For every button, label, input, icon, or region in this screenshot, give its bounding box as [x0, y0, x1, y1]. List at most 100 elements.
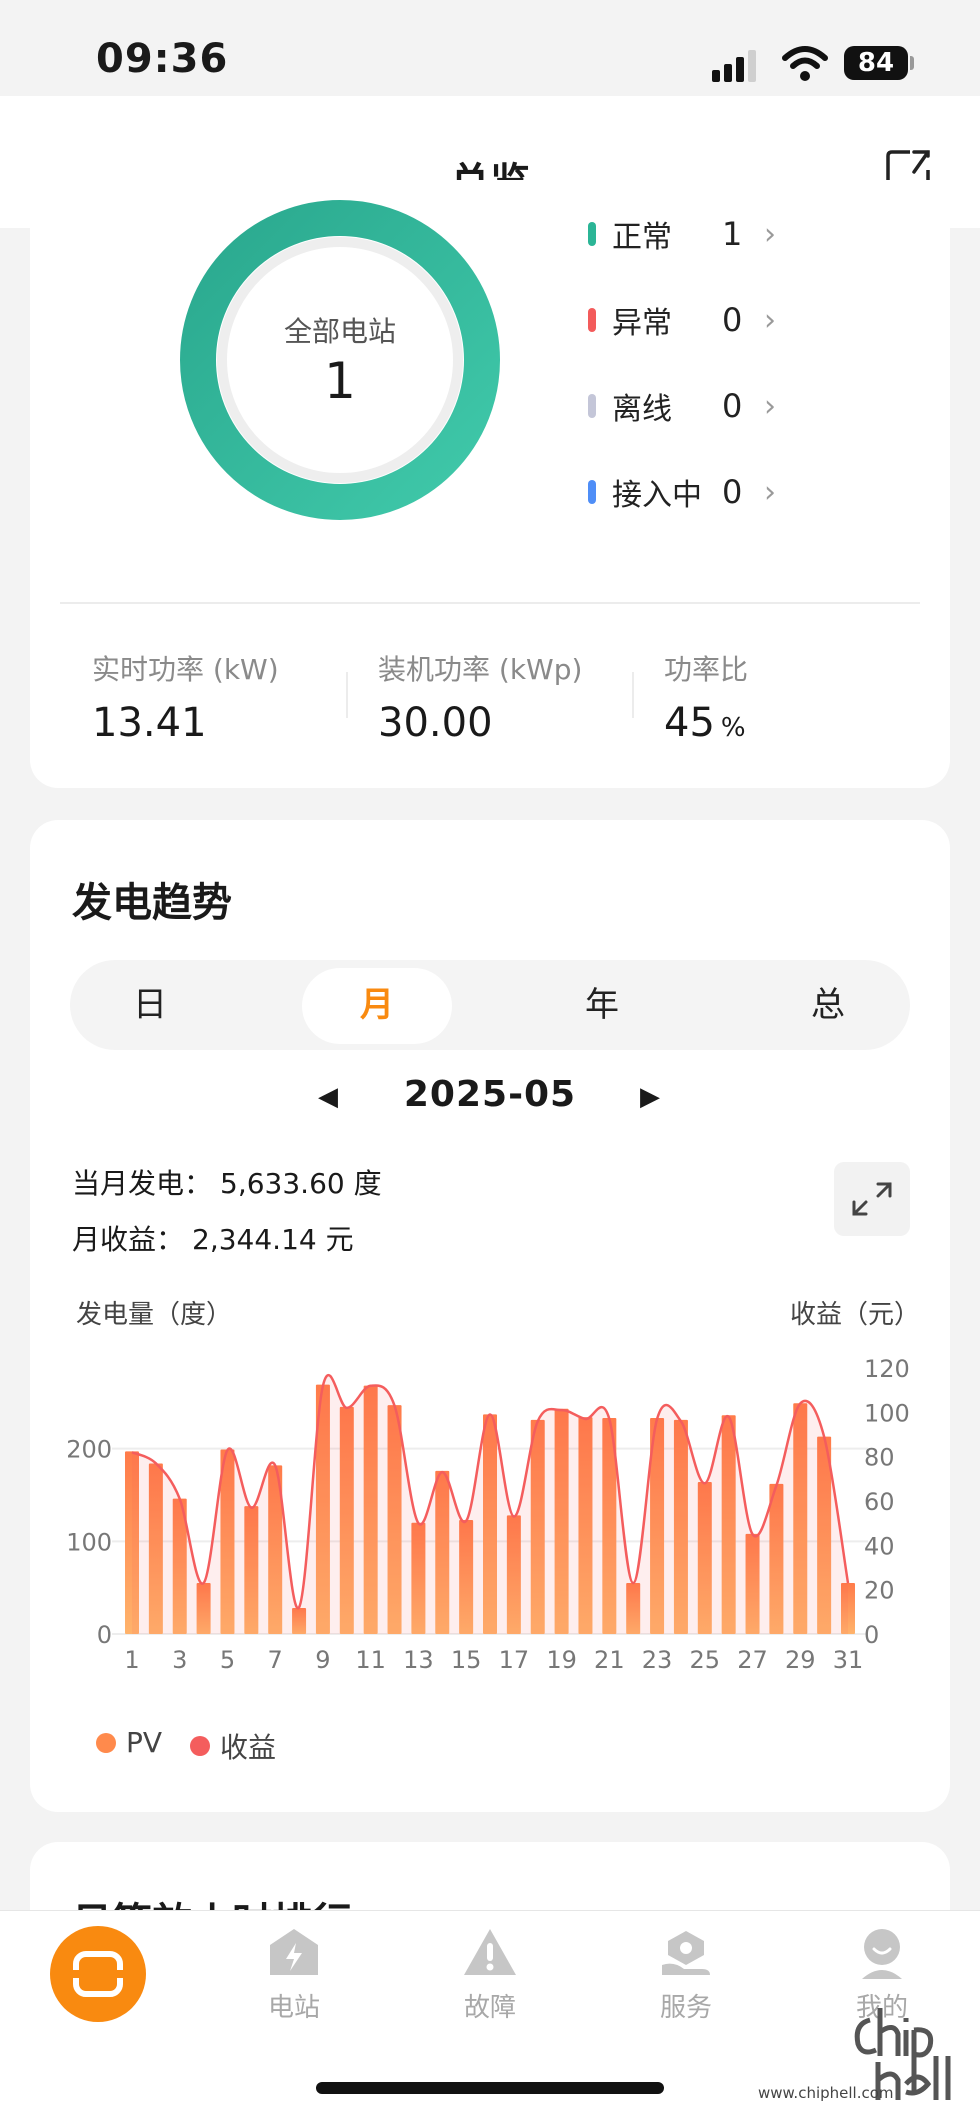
- metric-value-power-ratio: 45%: [664, 700, 746, 746]
- nav-station[interactable]: 电站: [234, 1925, 354, 2024]
- profile-icon: [862, 1929, 902, 1979]
- x-axis-tick: 3: [172, 1646, 187, 1674]
- metric-value-installed-power: 30.00: [378, 700, 493, 746]
- right-axis-tick: 100: [864, 1399, 910, 1427]
- status-count: 0: [722, 301, 743, 339]
- generation-chart: 01002000204060801001201 3 5 7 9 11 13 15 17 19 21 2…: [66, 1355, 910, 1674]
- metric-separator: [632, 672, 634, 718]
- tab-total[interactable]: 总: [758, 960, 898, 1050]
- left-axis-tick: 100: [66, 1528, 112, 1556]
- metric-label-installed-power: 装机功率 (kWp): [378, 653, 583, 686]
- x-axis-tick: 23: [642, 1646, 673, 1674]
- x-axis-tick: 11: [355, 1646, 386, 1674]
- watermark-url: www.chiphell.com: [758, 2084, 894, 2102]
- nav-home[interactable]: [50, 1926, 146, 2022]
- next-period-icon[interactable]: ▶: [640, 1082, 660, 1112]
- legend-label: PV: [126, 1726, 163, 1759]
- service-icon: [662, 1931, 710, 1975]
- status-row-offline[interactable]: 离线 0 ›: [588, 384, 808, 428]
- chevron-right-icon: ›: [764, 216, 776, 252]
- status-count: 0: [722, 473, 743, 511]
- metric-value-realtime-power: 13.41: [92, 700, 207, 746]
- left-axis-tick: 200: [66, 1436, 112, 1464]
- month-income-label: 月收益：: [72, 1223, 185, 1256]
- month-generation-value: 5,633.60 度: [220, 1167, 382, 1200]
- x-axis-tick: 15: [451, 1646, 482, 1674]
- status-label: 接入中: [612, 478, 702, 513]
- power-ratio-number: 45: [664, 700, 715, 746]
- period-date: 2025-05: [403, 1074, 577, 1115]
- divider: [60, 602, 920, 604]
- x-axis-tick: 19: [546, 1646, 577, 1674]
- donut-count: 1: [324, 352, 356, 410]
- home-icon: [68, 1951, 128, 1997]
- power-ratio-unit: %: [720, 713, 746, 743]
- metric-label-realtime-power: 实时功率 (kW): [92, 653, 279, 686]
- donut-label: 全部电站: [283, 315, 396, 348]
- fullscreen-button[interactable]: [834, 1162, 910, 1236]
- status-label: 正常: [612, 220, 672, 255]
- nav-fault[interactable]: 故障: [430, 1925, 550, 2024]
- home-indicator: [316, 2082, 664, 2094]
- expand-icon: [852, 1182, 892, 1216]
- status-row-normal[interactable]: 正常 1 ›: [588, 212, 808, 256]
- station-icon: [270, 1929, 318, 1975]
- x-axis-tick: 17: [499, 1646, 530, 1674]
- legend-pv[interactable]: PV: [96, 1726, 162, 1759]
- left-axis-title: 发电量（度）: [76, 1300, 233, 1330]
- x-axis-tick: 25: [690, 1646, 721, 1674]
- right-axis-tick: 20: [864, 1577, 895, 1605]
- month-generation: 当月发电： 5,633.60 度: [72, 1162, 382, 1202]
- alert-icon: [464, 1929, 516, 1975]
- month-generation-label: 当月发电：: [72, 1167, 213, 1200]
- x-axis-tick: 7: [268, 1646, 283, 1674]
- right-axis-tick: 80: [864, 1444, 895, 1472]
- status-dot: [588, 480, 596, 504]
- metric-separator: [346, 672, 348, 718]
- x-axis-tick: 31: [833, 1646, 864, 1674]
- tab-day[interactable]: 日: [80, 960, 220, 1050]
- status-label: 离线: [612, 392, 672, 427]
- status-row-connecting[interactable]: 接入中 0 ›: [588, 470, 808, 514]
- status-dot: [588, 308, 596, 332]
- right-axis-tick: 40: [864, 1532, 895, 1560]
- status-dot: [588, 222, 596, 246]
- nav-label: 电站: [267, 1993, 320, 2023]
- status-row-abnormal[interactable]: 异常 0 ›: [588, 298, 808, 342]
- month-income-value: 2,344.14 元: [192, 1223, 354, 1256]
- chiphell-watermark: www.chiphell.com: [758, 2000, 968, 2110]
- status-label: 异常: [612, 306, 672, 341]
- prev-period-icon[interactable]: ◀: [318, 1082, 338, 1112]
- status-time: 09:36: [96, 36, 229, 82]
- x-axis-tick: 27: [737, 1646, 768, 1674]
- right-axis-tick: 0: [864, 1621, 879, 1649]
- status-count: 0: [722, 387, 743, 425]
- legend-label: 收益: [220, 1731, 277, 1764]
- chevron-right-icon: ›: [764, 388, 776, 424]
- chevron-right-icon: ›: [764, 302, 776, 338]
- metric-label-power-ratio: 功率比: [664, 653, 749, 686]
- wifi-icon: [782, 46, 828, 81]
- legend-dot: [190, 1736, 210, 1756]
- legend-income[interactable]: 收益: [190, 1726, 276, 1766]
- x-axis-tick: 9: [315, 1646, 330, 1674]
- nav-label: 服务: [659, 1993, 712, 2023]
- chevron-right-icon: ›: [764, 474, 776, 510]
- x-axis-tick: 21: [594, 1646, 625, 1674]
- trend-title: 发电趋势: [72, 880, 232, 926]
- right-axis-tick: 120: [864, 1355, 910, 1383]
- nav-label: 故障: [463, 1993, 516, 2023]
- right-axis-title: 收益（元）: [790, 1300, 921, 1330]
- status-count: 1: [722, 215, 743, 253]
- nav-service[interactable]: 服务: [626, 1925, 746, 2024]
- tab-year[interactable]: 年: [532, 960, 672, 1050]
- legend-dot: [96, 1732, 116, 1753]
- right-axis-tick: 60: [864, 1488, 895, 1516]
- status-dot: [588, 394, 596, 418]
- month-income: 月收益： 2,344.14 元: [72, 1218, 354, 1258]
- x-axis-tick: 1: [124, 1646, 139, 1674]
- battery-cap: [910, 56, 914, 70]
- tab-month[interactable]: 月: [302, 960, 452, 1050]
- battery-indicator: 84: [844, 46, 908, 80]
- left-axis-tick: 0: [97, 1621, 112, 1649]
